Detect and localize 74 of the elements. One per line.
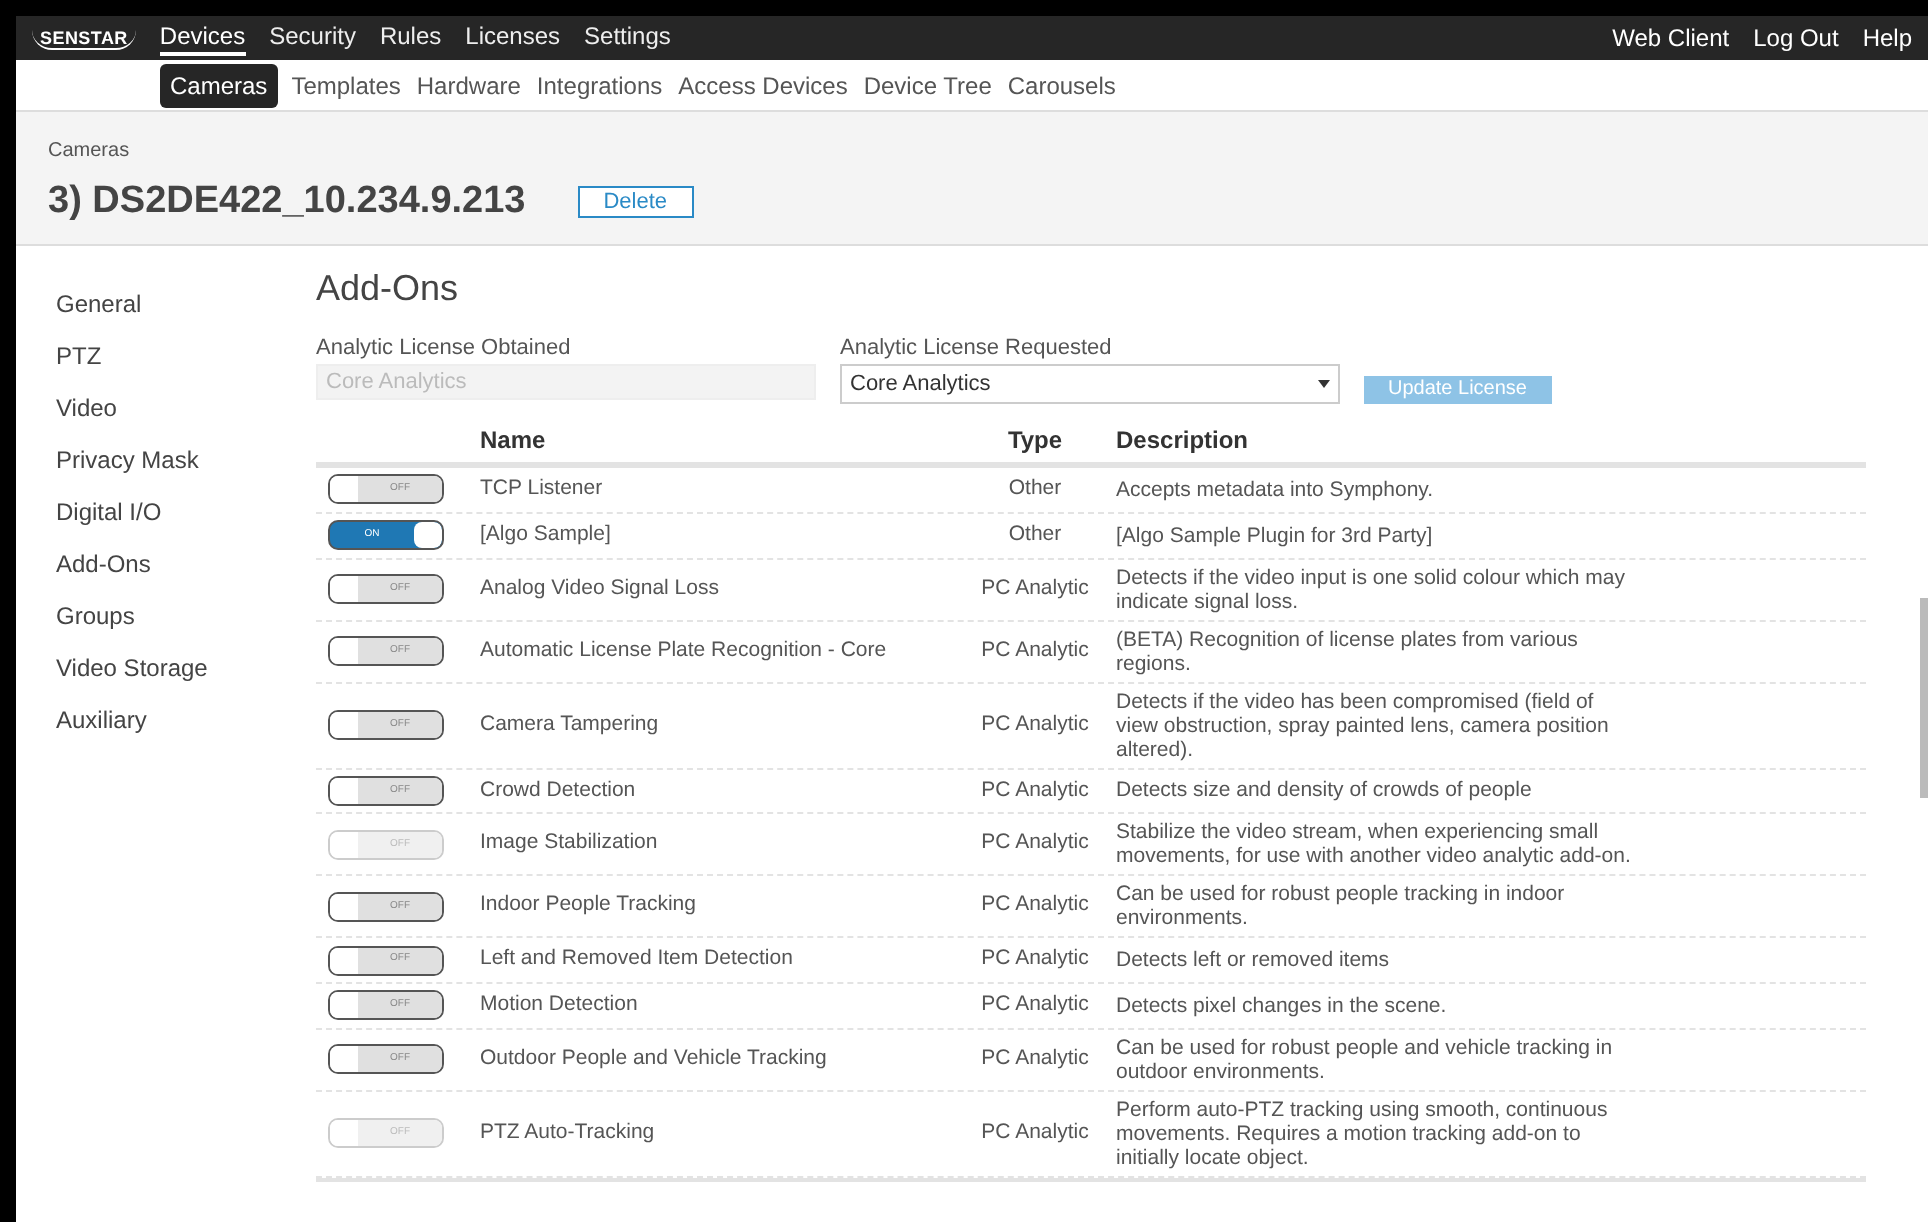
- table-cell-text: Can be used for robust people tracking in indoor environments.: [1116, 882, 1567, 931]
- sidebar-item[interactable]: Auxiliary: [56, 701, 316, 737]
- table-cell-text: Crowd Detection: [480, 775, 638, 805]
- sidebar-item[interactable]: Add-Ons: [56, 545, 316, 581]
- table-cell-text: Analog Video Signal Loss: [480, 573, 721, 604]
- sidebar-item[interactable]: PTZ: [56, 337, 316, 373]
- input-field: Core Analytics: [316, 364, 816, 400]
- sidebar-item[interactable]: General: [56, 285, 316, 321]
- table-cell-text: Camera Tampering: [480, 709, 661, 740]
- table-cell-text: Automatic License Plate Recognition - Core: [480, 635, 889, 666]
- table-cell-text: Detects if the video input is one solid colour which may indicate signal loss.: [1116, 565, 1627, 613]
- nav-link[interactable]: Log Out: [1753, 20, 1839, 56]
- sub-nav-tab[interactable]: Cameras: [160, 63, 278, 107]
- table-cell-text: Can be used for robust people and vehicle tracking in outdoor environments.: [1116, 1035, 1615, 1084]
- table-cell-text: PC Analytic: [979, 890, 1091, 921]
- table-cell-text: PC Analytic: [979, 573, 1091, 604]
- table-cell-text: Other: [1006, 519, 1064, 550]
- table-cell-text: TCP Listener: [480, 474, 605, 504]
- nav-tab[interactable]: Devices: [159, 20, 246, 56]
- table-cell-text: PC Analytic: [979, 775, 1091, 805]
- nav-link[interactable]: Help: [1862, 20, 1912, 56]
- sub-nav-tab[interactable]: Templates: [289, 67, 403, 103]
- caret-icon: [1318, 380, 1330, 388]
- table-cell-text: Other: [1006, 474, 1064, 504]
- scrollbar-thumb[interactable]: [1920, 597, 1928, 797]
- table-cell-text: PC Analytic: [979, 828, 1091, 859]
- delete-button[interactable]: Delete: [577, 186, 694, 219]
- table-cell-text: Left and Removed Item Detection: [480, 944, 795, 975]
- table-cell-text: Detects if the video has been compromised (field of view obstruction, spray painted lens, camera position altered).: [1116, 689, 1611, 761]
- table-cell-text: PTZ Auto-Tracking: [480, 1117, 657, 1148]
- breadcrumb[interactable]: Cameras: [48, 136, 1928, 166]
- nav-link[interactable]: Web Client: [1612, 20, 1730, 56]
- table-cell-text: Image Stabilization: [480, 828, 660, 859]
- field-label: Analytic License Obtained: [316, 333, 573, 363]
- column-header: Description: [1114, 424, 1249, 458]
- column-header: Name: [480, 424, 548, 458]
- table-cell-text: Stabilize the video stream, when experiencing small movements, for use with another video analytic add-on.: [1116, 820, 1633, 869]
- sidebar-item[interactable]: Privacy Mask: [56, 441, 316, 477]
- sub-nav-tab[interactable]: Hardware: [414, 67, 523, 103]
- table-cell-text: Detects pixel changes in the scene.: [1116, 993, 1449, 1018]
- sub-nav-tab[interactable]: Access Devices: [676, 67, 850, 103]
- table-cell-text: Detects size and density of crowds of people: [1116, 778, 1534, 803]
- section-title: Add-Ons: [316, 265, 461, 311]
- table-cell-text: [Algo Sample Plugin for 3rd Party]: [1116, 523, 1435, 548]
- nav-tab[interactable]: Rules: [379, 20, 442, 56]
- sub-nav-tab[interactable]: Integrations: [534, 67, 665, 103]
- sub-nav-tab[interactable]: Carousels: [1005, 67, 1118, 103]
- sidebar-item[interactable]: Video Storage: [56, 649, 316, 685]
- sidebar-item[interactable]: Groups: [56, 597, 316, 633]
- sub-nav-tab[interactable]: Device Tree: [861, 67, 994, 103]
- table-cell-text: PC Analytic: [979, 944, 1091, 975]
- table-cell-text: PC Analytic: [979, 1043, 1091, 1074]
- table-cell-text: PC Analytic: [979, 635, 1091, 666]
- field-label: Analytic License Requested: [840, 333, 1114, 363]
- page-title: 3) DS2DE422_10.234.9.213: [48, 178, 526, 226]
- license-dropdown[interactable]: Core Analytics: [840, 364, 1340, 404]
- column-header: Type: [1005, 424, 1065, 458]
- table-cell-text: PC Analytic: [979, 1117, 1091, 1148]
- nav-tab[interactable]: Licenses: [465, 20, 561, 56]
- table-cell-text: Detects left or removed items: [1116, 948, 1392, 973]
- table-cell-text: Motion Detection: [480, 990, 640, 1020]
- nav-tab[interactable]: Settings: [584, 20, 671, 56]
- sidebar-item[interactable]: Digital I/O: [56, 493, 316, 529]
- table-cell-text: Outdoor People and Vehicle Tracking: [480, 1043, 829, 1074]
- table-cell-text: (BETA) Recognition of license plates from various regions.: [1116, 627, 1580, 675]
- table-cell-text: PC Analytic: [979, 990, 1091, 1020]
- table-cell-text: Indoor People Tracking: [480, 890, 698, 921]
- nav-tab[interactable]: Security: [269, 20, 356, 56]
- table-cell-text: Accepts metadata into Symphony.: [1116, 477, 1436, 502]
- sidebar-item[interactable]: Video: [56, 389, 316, 425]
- table-cell-text: Perform auto-PTZ tracking using smooth, continuous movements. Requires a motion tracking add-on to initially locate object.: [1116, 1097, 1610, 1170]
- table-cell-text: PC Analytic: [979, 709, 1091, 740]
- logo[interactable]: SENSTAR: [32, 27, 136, 49]
- table-cell-text: [Algo Sample]: [480, 519, 613, 550]
